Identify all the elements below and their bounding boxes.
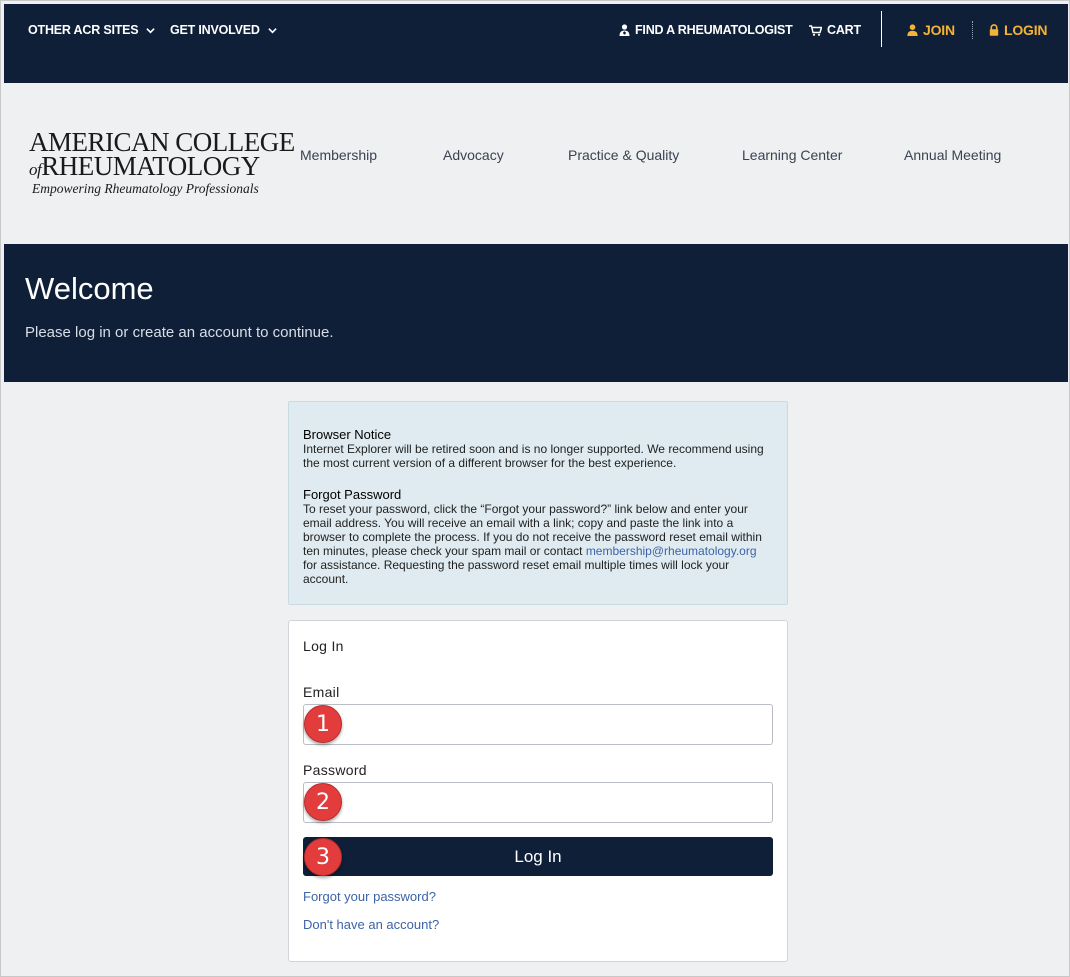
password-field[interactable] [303,782,773,823]
other-acr-sites-label: OTHER ACR SITES [28,23,139,37]
email-field[interactable] [303,704,773,745]
nav-annual-meeting[interactable]: Annual Meeting [904,147,1001,163]
login-label: LOGIN [1004,22,1048,38]
welcome-banner: Welcome Please log in or create an accou… [4,244,1068,382]
site-header: AMERICAN COLLEGE ofRHEUMATOLOGY Empoweri… [4,83,1068,244]
membership-email-link[interactable]: membership@rheumatology.org [586,544,757,558]
browser-notice: Browser Notice Internet Explorer will be… [303,427,773,471]
cart-link[interactable]: CART [809,21,861,39]
lock-icon [989,24,999,36]
login-link[interactable]: LOGIN [989,21,1048,39]
get-involved-menu[interactable]: GET INVOLVED [170,21,277,39]
browser-notice-heading: Browser Notice [303,427,392,442]
nav-practice-quality[interactable]: Practice & Quality [568,147,679,163]
page-subtitle: Please log in or create an account to co… [25,324,334,341]
page-frame: OTHER ACR SITES GET INVOLVED FIND A RHEU… [0,0,1070,977]
login-button[interactable]: Log In [303,837,773,876]
utility-bar: OTHER ACR SITES GET INVOLVED FIND A RHEU… [4,4,1068,83]
nav-learning-center[interactable]: Learning Center [742,147,842,163]
join-link[interactable]: JOIN [907,21,955,39]
nav-membership[interactable]: Membership [300,147,377,163]
cart-label: CART [827,23,861,37]
topbar-dotted-divider [972,21,973,39]
other-acr-sites-menu[interactable]: OTHER ACR SITES [28,21,156,39]
logo-line2: ofRHEUMATOLOGY [29,152,260,184]
user-icon [907,24,918,36]
logo-rheumatology: RHEUMATOLOGY [41,151,260,181]
nav-advocacy[interactable]: Advocacy [443,147,504,163]
forgot-password-link[interactable]: Forgot your password? [303,889,436,904]
chevron-down-icon [146,27,156,33]
acr-logo[interactable]: AMERICAN COLLEGE ofRHEUMATOLOGY Empoweri… [29,128,295,203]
password-label: Password [303,762,367,778]
login-panel: Log In Email Password Log In Forgot your… [288,620,788,962]
callout-badge-3: 3 [304,838,342,876]
create-account-link[interactable]: Don't have an account? [303,917,439,932]
logo-of: of [29,160,42,179]
get-involved-label: GET INVOLVED [170,23,260,37]
chevron-down-icon [268,27,277,33]
forgot-password-heading: Forgot Password [303,487,402,502]
notice-box: Browser Notice Internet Explorer will be… [288,401,788,605]
browser-notice-text: Internet Explorer will be retired soon a… [303,442,764,470]
forgot-password-notice: Forgot Password To reset your password, … [303,487,773,587]
logo-tagline: Empowering Rheumatology Professionals [32,181,259,196]
topbar-divider [881,11,882,47]
join-label: JOIN [923,22,955,38]
find-rheumatologist-label: FIND A RHEUMATOLOGIST [635,23,793,37]
callout-badge-1: 1 [304,705,342,743]
find-rheumatologist-link[interactable]: FIND A RHEUMATOLOGIST [619,21,793,39]
doctor-icon [619,24,630,36]
page-title: Welcome [25,271,154,306]
cart-icon [809,24,822,36]
email-label: Email [303,684,340,700]
forgot-password-text-after: for assistance. Requesting the password … [303,558,730,586]
callout-badge-2: 2 [304,783,342,821]
login-heading: Log In [303,638,344,654]
